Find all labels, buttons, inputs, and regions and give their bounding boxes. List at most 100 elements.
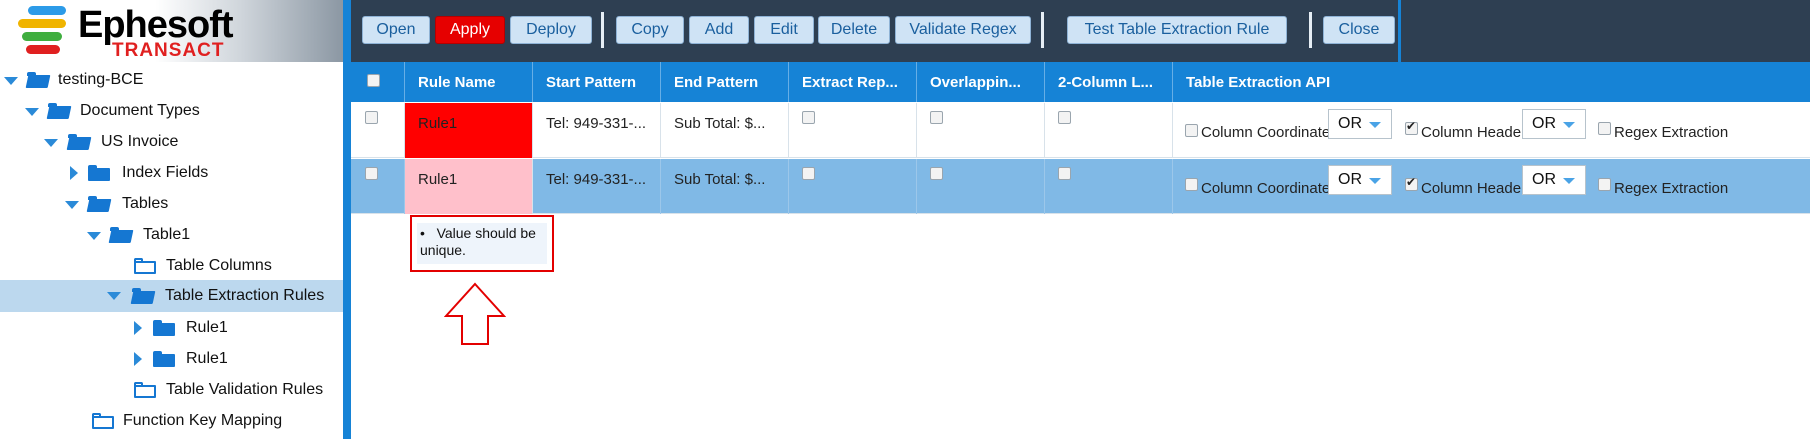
copy-button[interactable]: Copy xyxy=(616,16,684,44)
header-end-pattern[interactable]: End Pattern xyxy=(661,62,789,102)
operator-select[interactable]: OR xyxy=(1522,165,1586,195)
collapse-arrow-icon[interactable] xyxy=(134,321,142,335)
tree-item-table-extraction-rules[interactable]: Table Extraction Rules xyxy=(0,280,343,312)
collapse-arrow-icon[interactable] xyxy=(134,352,142,366)
tree-item-label: Table Validation Rules xyxy=(166,381,324,398)
ephesoft-logo: Ephesoft TRANSACT xyxy=(0,0,345,62)
column-coordinates-checkbox[interactable] xyxy=(1185,178,1198,191)
two-column-checkbox[interactable] xyxy=(1058,111,1071,124)
regex-extraction-checkbox[interactable] xyxy=(1598,178,1611,191)
header-2-column[interactable]: 2-Column L... xyxy=(1045,62,1173,102)
tree-item-testing-bce[interactable]: testing-BCE xyxy=(0,65,340,96)
folder-open-icon xyxy=(25,72,51,88)
tree-item-label: Table Columns xyxy=(166,257,272,274)
operator-value: OR xyxy=(1532,171,1556,188)
folder-icon xyxy=(153,320,175,336)
chevron-down-icon xyxy=(1369,178,1381,184)
operator-select[interactable]: OR xyxy=(1522,109,1586,139)
toolbar-separator xyxy=(1309,12,1312,48)
expand-arrow-icon[interactable] xyxy=(44,139,58,147)
extraction-api-cell: Column Coordinates OR Column Header OR R… xyxy=(1173,159,1810,214)
tree-item-label: Document Types xyxy=(80,102,200,119)
row-select-cell xyxy=(351,159,405,214)
column-header-label: Column Header xyxy=(1421,180,1527,197)
row-checkbox[interactable] xyxy=(365,111,378,124)
navigation-tree: testing-BCE Document Types US Invoice In… xyxy=(0,62,346,439)
tree-item-rule1[interactable]: Rule1 xyxy=(0,344,340,375)
tree-item-document-types[interactable]: Document Types xyxy=(0,96,340,127)
overlapping-checkbox[interactable] xyxy=(930,167,943,180)
tree-item-function-key-mapping[interactable]: Function Key Mapping xyxy=(0,406,340,437)
chevron-down-icon xyxy=(1563,122,1575,128)
folder-outline-icon xyxy=(92,413,114,429)
overlapping-checkbox[interactable] xyxy=(930,111,943,124)
annotation-up-arrow-icon xyxy=(444,282,506,345)
start-pattern-cell[interactable]: Tel: 949-331-... xyxy=(533,159,661,214)
header-start-pattern[interactable]: Start Pattern xyxy=(533,62,661,102)
row-checkbox[interactable] xyxy=(365,167,378,180)
expand-arrow-icon[interactable] xyxy=(4,77,18,85)
delete-button[interactable]: Delete xyxy=(818,16,890,44)
header-overlapping[interactable]: Overlappin... xyxy=(917,62,1045,102)
collapse-arrow-icon[interactable] xyxy=(70,166,78,180)
expand-arrow-icon[interactable] xyxy=(87,232,101,240)
tree-item-table-columns[interactable]: Table Columns xyxy=(0,251,340,282)
tree-item-label: Tables xyxy=(122,195,169,212)
start-pattern-cell[interactable]: Tel: 949-331-... xyxy=(533,103,661,158)
rule-name-cell[interactable]: Rule1 xyxy=(405,159,533,214)
tooltip-bullet: • xyxy=(420,225,425,241)
apply-button[interactable]: Apply xyxy=(435,16,505,44)
regex-extraction-checkbox[interactable] xyxy=(1598,122,1611,135)
tree-item-rule1[interactable]: Rule1 xyxy=(0,313,340,344)
end-pattern-cell[interactable]: Sub Total: $... xyxy=(661,103,789,158)
close-button[interactable]: Close xyxy=(1323,16,1395,44)
deploy-button[interactable]: Deploy xyxy=(510,16,592,44)
two-column-checkbox[interactable] xyxy=(1058,167,1071,180)
expand-arrow-icon[interactable] xyxy=(25,108,39,116)
validate-regex-button[interactable]: Validate Regex xyxy=(895,16,1031,44)
folder-open-icon xyxy=(86,196,112,212)
rule-name-cell[interactable]: Rule1 xyxy=(405,103,533,158)
tree-item-label: Table1 xyxy=(143,226,191,243)
select-all-checkbox[interactable] xyxy=(367,74,380,87)
operator-select[interactable]: OR xyxy=(1328,109,1392,139)
panel-splitter[interactable] xyxy=(343,0,351,439)
header-table-extraction-api[interactable]: Table Extraction API xyxy=(1173,62,1810,102)
table-row[interactable]: Rule1 Tel: 949-331-... Sub Total: $... C… xyxy=(351,103,1810,158)
logo-sub-text: TRANSACT xyxy=(112,40,225,61)
toolbar-separator xyxy=(1041,12,1044,48)
tree-item-tables[interactable]: Tables xyxy=(0,189,340,220)
tree-item-us-invoice[interactable]: US Invoice xyxy=(0,127,340,158)
end-pattern-cell[interactable]: Sub Total: $... xyxy=(661,159,789,214)
folder-icon xyxy=(88,165,110,181)
column-header-label: Column Header xyxy=(1421,124,1527,141)
column-coordinates-checkbox[interactable] xyxy=(1185,124,1198,137)
expand-arrow-icon[interactable] xyxy=(65,201,79,209)
extract-rep-checkbox[interactable] xyxy=(802,167,815,180)
regex-extraction-label: Regex Extraction xyxy=(1614,180,1729,197)
chevron-down-icon xyxy=(1369,122,1381,128)
header-extract-rep[interactable]: Extract Rep... xyxy=(789,62,917,102)
test-table-extraction-rule-button[interactable]: Test Table Extraction Rule xyxy=(1067,16,1287,44)
operator-value: OR xyxy=(1338,171,1362,188)
column-coordinates-label: Column Coordinates xyxy=(1201,124,1338,141)
header-rule-name[interactable]: Rule Name xyxy=(405,62,533,102)
expand-arrow-icon[interactable] xyxy=(107,292,121,300)
extract-rep-checkbox[interactable] xyxy=(802,111,815,124)
table-row[interactable]: Rule1 Tel: 949-331-... Sub Total: $... C… xyxy=(351,159,1810,214)
add-button[interactable]: Add xyxy=(689,16,749,44)
column-header-checkbox[interactable] xyxy=(1405,119,1418,135)
operator-select[interactable]: OR xyxy=(1328,165,1392,195)
tree-item-label: Rule1 xyxy=(186,350,228,367)
tree-item-index-fields[interactable]: Index Fields xyxy=(0,158,340,189)
open-button[interactable]: Open xyxy=(362,16,430,44)
edit-button[interactable]: Edit xyxy=(754,16,814,44)
toolbar-separator xyxy=(601,12,604,48)
tree-item-table-validation-rules[interactable]: Table Validation Rules xyxy=(0,375,340,406)
tree-item-label: Index Fields xyxy=(122,164,209,181)
folder-open-icon xyxy=(66,134,92,150)
column-header-checkbox[interactable] xyxy=(1405,175,1418,191)
operator-value: OR xyxy=(1532,115,1556,132)
tree-item-label: Function Key Mapping xyxy=(123,412,283,429)
tree-item-table1[interactable]: Table1 xyxy=(0,220,340,251)
